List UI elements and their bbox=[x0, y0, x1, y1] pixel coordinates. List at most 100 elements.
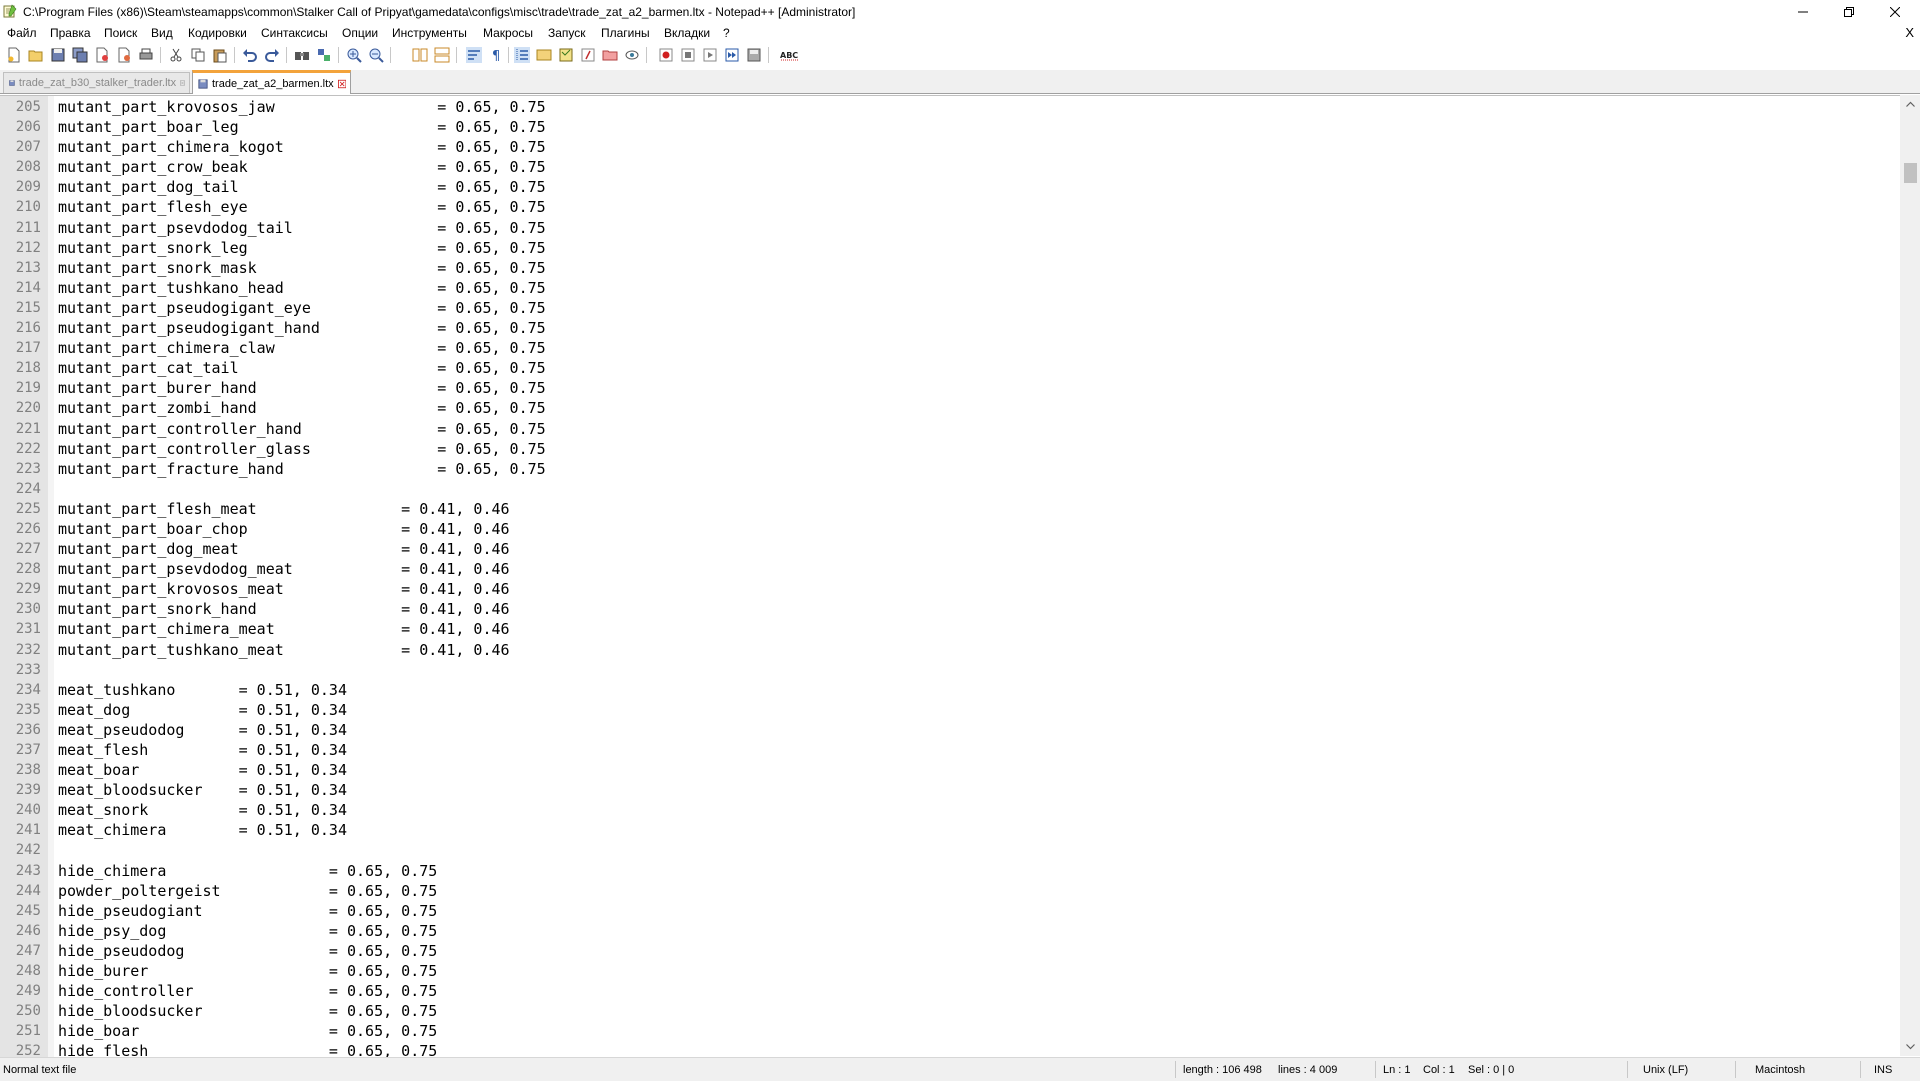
record-macro-icon[interactable] bbox=[658, 47, 674, 63]
menu-run[interactable]: Запуск bbox=[548, 26, 586, 40]
status-eol-format[interactable]: Unix (LF) bbox=[1643, 1064, 1688, 1076]
line-text[interactable]: mutant_part_zombi_hand = 0.65, 0.75 bbox=[58, 398, 546, 418]
scrollbar-thumb[interactable] bbox=[1904, 163, 1917, 183]
line-text[interactable]: mutant_part_krovosos_jaw = 0.65, 0.75 bbox=[58, 97, 546, 117]
code-line[interactable]: 249 hide_controller = 0.65, 0.75 bbox=[0, 981, 1898, 1001]
line-text[interactable]: mutant_part_controller_hand = 0.65, 0.75 bbox=[58, 419, 546, 439]
line-text[interactable]: meat_boar = 0.51, 0.34 bbox=[58, 760, 347, 780]
code-line[interactable]: 220 mutant_part_zombi_hand = 0.65, 0.75 bbox=[0, 398, 1898, 418]
line-text[interactable]: meat_chimera = 0.51, 0.34 bbox=[58, 820, 347, 840]
code-line[interactable]: 239 meat_bloodsucker = 0.51, 0.34 bbox=[0, 780, 1898, 800]
word-wrap-icon[interactable] bbox=[466, 47, 482, 63]
line-text[interactable]: meat_bloodsucker = 0.51, 0.34 bbox=[58, 780, 347, 800]
code-line[interactable]: 251 hide_boar = 0.65, 0.75 bbox=[0, 1021, 1898, 1041]
minimize-button[interactable] bbox=[1780, 0, 1826, 23]
code-line[interactable]: 240 meat_snork = 0.51, 0.34 bbox=[0, 800, 1898, 820]
code-line[interactable]: 210 mutant_part_flesh_eye = 0.65, 0.75 bbox=[0, 197, 1898, 217]
spell-check-icon[interactable]: ABC bbox=[780, 47, 800, 63]
code-line[interactable]: 223 mutant_part_fracture_hand = 0.65, 0.7… bbox=[0, 459, 1898, 479]
line-text[interactable]: meat_dog = 0.51, 0.34 bbox=[58, 700, 347, 720]
code-line[interactable]: 248 hide_burer = 0.65, 0.75 bbox=[0, 961, 1898, 981]
line-text[interactable]: mutant_part_chimera_meat = 0.41, 0.46 bbox=[58, 619, 510, 639]
code-line[interactable]: 243 hide_chimera = 0.65, 0.75 bbox=[0, 861, 1898, 881]
copy-icon[interactable] bbox=[190, 47, 206, 63]
restore-button[interactable] bbox=[1826, 0, 1872, 23]
line-text[interactable]: hide_bloodsucker = 0.65, 0.75 bbox=[58, 1001, 437, 1021]
folder-workspace-icon[interactable] bbox=[602, 47, 618, 63]
function-list-icon[interactable] bbox=[580, 47, 596, 63]
vertical-scrollbar[interactable] bbox=[1900, 95, 1920, 1056]
run-macro-multiple-icon[interactable] bbox=[724, 47, 740, 63]
new-file-icon[interactable] bbox=[6, 47, 22, 63]
code-line[interactable]: 230 mutant_part_snork_hand = 0.41, 0.46 bbox=[0, 599, 1898, 619]
close-all-icon[interactable] bbox=[116, 47, 132, 63]
code-line[interactable]: 208 mutant_part_crow_beak = 0.65, 0.75 bbox=[0, 157, 1898, 177]
line-text[interactable]: mutant_part_psevdodog_tail = 0.65, 0.75 bbox=[58, 218, 546, 238]
line-text[interactable]: mutant_part_cat_tail = 0.65, 0.75 bbox=[58, 358, 546, 378]
code-line[interactable]: 206 mutant_part_boar_leg = 0.65, 0.75 bbox=[0, 117, 1898, 137]
line-text[interactable]: powder_poltergeist = 0.65, 0.75 bbox=[58, 881, 437, 901]
scroll-up-button[interactable] bbox=[1900, 95, 1920, 113]
open-file-icon[interactable] bbox=[28, 47, 44, 63]
line-text[interactable]: mutant_part_chimera_kogot = 0.65, 0.75 bbox=[58, 137, 546, 157]
code-line[interactable]: 247 hide_pseudodog = 0.65, 0.75 bbox=[0, 941, 1898, 961]
status-encoding[interactable]: Macintosh bbox=[1755, 1064, 1805, 1076]
line-text[interactable]: meat_snork = 0.51, 0.34 bbox=[58, 800, 347, 820]
line-text[interactable]: hide_controller = 0.65, 0.75 bbox=[58, 981, 437, 1001]
find-icon[interactable] bbox=[294, 47, 310, 63]
tab-trade-zat-b30-stalker-trader[interactable]: trade_zat_b30_stalker_trader.ltx bbox=[3, 72, 190, 93]
zoom-in-icon[interactable] bbox=[346, 47, 362, 63]
cut-icon[interactable] bbox=[168, 47, 184, 63]
code-line[interactable]: 224 bbox=[0, 479, 1898, 499]
line-text[interactable]: mutant_part_snork_hand = 0.41, 0.46 bbox=[58, 599, 510, 619]
line-text[interactable]: mutant_part_chimera_claw = 0.65, 0.75 bbox=[58, 338, 546, 358]
line-text[interactable]: mutant_part_burer_hand = 0.65, 0.75 bbox=[58, 378, 546, 398]
code-line[interactable]: 250 hide_bloodsucker = 0.65, 0.75 bbox=[0, 1001, 1898, 1021]
code-line[interactable]: 207 mutant_part_chimera_kogot = 0.65, 0.7… bbox=[0, 137, 1898, 157]
code-line[interactable]: 226 mutant_part_boar_chop = 0.41, 0.46 bbox=[0, 519, 1898, 539]
menu-edit[interactable]: Правка bbox=[50, 26, 91, 40]
code-line[interactable]: 215 mutant_part_pseudogigant_eye = 0.65, … bbox=[0, 298, 1898, 318]
status-insert-mode[interactable]: INS bbox=[1874, 1064, 1892, 1076]
sync-vertical-icon[interactable] bbox=[412, 47, 428, 63]
line-text[interactable]: hide_burer = 0.65, 0.75 bbox=[58, 961, 437, 981]
menu-macro[interactable]: Макросы bbox=[483, 26, 533, 40]
show-all-chars-icon[interactable]: ¶ bbox=[488, 47, 504, 63]
line-text[interactable]: hide_boar = 0.65, 0.75 bbox=[58, 1021, 437, 1041]
code-line[interactable]: 205 mutant_part_krovosos_jaw = 0.65, 0.75 bbox=[0, 97, 1898, 117]
menu-settings[interactable]: Опции bbox=[342, 26, 378, 40]
print-icon[interactable] bbox=[138, 47, 154, 63]
code-line[interactable]: 241 meat_chimera = 0.51, 0.34 bbox=[0, 820, 1898, 840]
line-text[interactable]: mutant_part_psevdodog_meat = 0.41, 0.46 bbox=[58, 559, 510, 579]
code-area[interactable]: 205 mutant_part_krovosos_jaw = 0.65, 0.75… bbox=[0, 97, 1898, 1062]
line-text[interactable]: mutant_part_controller_glass = 0.65, 0.7… bbox=[58, 439, 546, 459]
line-text[interactable]: mutant_part_dog_tail = 0.65, 0.75 bbox=[58, 177, 546, 197]
line-text[interactable]: hide_pseudogiant = 0.65, 0.75 bbox=[58, 901, 437, 921]
close-window-button[interactable] bbox=[1872, 0, 1918, 23]
line-text[interactable]: mutant_part_flesh_meat = 0.41, 0.46 bbox=[58, 499, 510, 519]
code-line[interactable]: 218 mutant_part_cat_tail = 0.65, 0.75 bbox=[0, 358, 1898, 378]
line-text[interactable]: mutant_part_tushkano_head = 0.65, 0.75 bbox=[58, 278, 546, 298]
code-line[interactable]: 225 mutant_part_flesh_meat = 0.41, 0.46 bbox=[0, 499, 1898, 519]
close-document-button[interactable]: X bbox=[1905, 25, 1914, 40]
code-line[interactable]: 245 hide_pseudogiant = 0.65, 0.75 bbox=[0, 901, 1898, 921]
close-tab-icon[interactable] bbox=[337, 79, 346, 89]
line-text[interactable]: mutant_part_boar_leg = 0.65, 0.75 bbox=[58, 117, 546, 137]
code-line[interactable]: 231 mutant_part_chimera_meat = 0.41, 0.46 bbox=[0, 619, 1898, 639]
replace-icon[interactable] bbox=[316, 47, 332, 63]
line-text[interactable]: mutant_part_krovosos_meat = 0.41, 0.46 bbox=[58, 579, 510, 599]
save-macro-icon[interactable] bbox=[746, 47, 762, 63]
menu-encoding[interactable]: Кодировки bbox=[188, 26, 247, 40]
menu-view[interactable]: Вид bbox=[151, 26, 173, 40]
paste-icon[interactable] bbox=[212, 47, 228, 63]
code-line[interactable]: 232 mutant_part_tushkano_meat = 0.41, 0.4… bbox=[0, 640, 1898, 660]
indent-guide-icon[interactable] bbox=[514, 47, 530, 63]
line-text[interactable]: mutant_part_dog_meat = 0.41, 0.46 bbox=[58, 539, 510, 559]
scroll-down-button[interactable] bbox=[1900, 1038, 1920, 1056]
code-line[interactable]: 238 meat_boar = 0.51, 0.34 bbox=[0, 760, 1898, 780]
menu-tools[interactable]: Инструменты bbox=[392, 26, 467, 40]
code-line[interactable]: 211 mutant_part_psevdodog_tail = 0.65, 0.… bbox=[0, 218, 1898, 238]
code-line[interactable]: 216 mutant_part_pseudogigant_hand = 0.65,… bbox=[0, 318, 1898, 338]
code-line[interactable]: 213 mutant_part_snork_mask = 0.65, 0.75 bbox=[0, 258, 1898, 278]
code-line[interactable]: 214 mutant_part_tushkano_head = 0.65, 0.7… bbox=[0, 278, 1898, 298]
